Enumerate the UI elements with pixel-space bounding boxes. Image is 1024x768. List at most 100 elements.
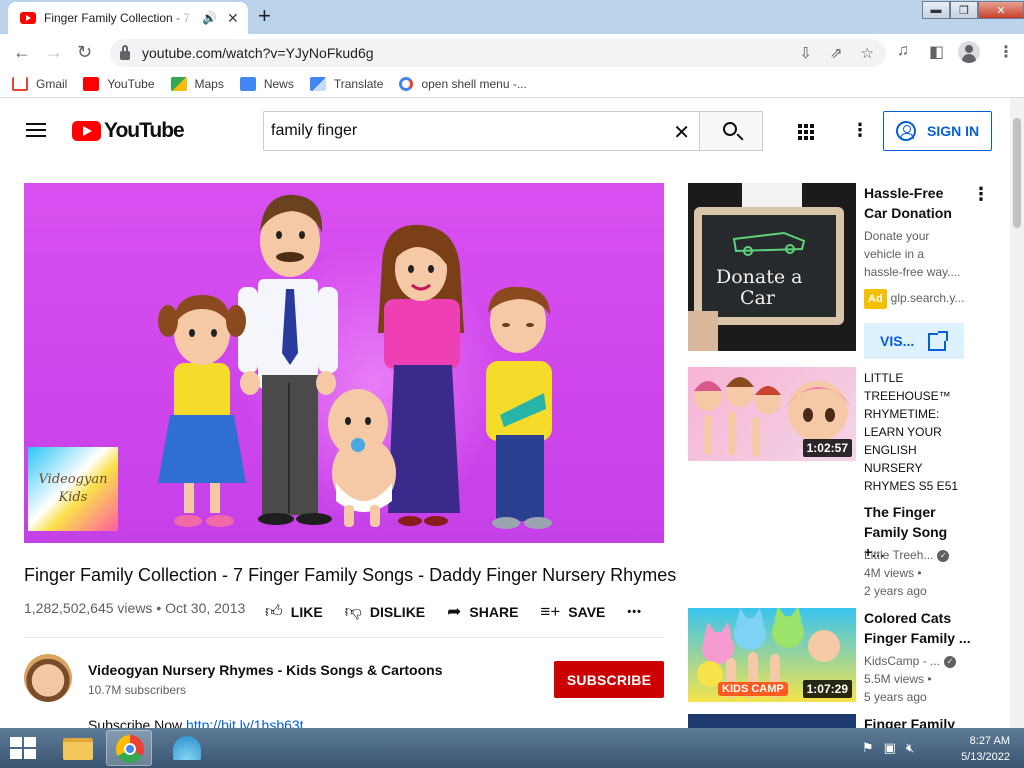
menu-hamburger-icon[interactable] [26,123,46,137]
bookmark-star-icon[interactable]: ☆ [861,44,874,62]
volume-muted-icon[interactable]: 🔇︎ [906,740,914,756]
clear-search-icon[interactable]: ✕ [673,120,690,145]
windows-start-icon[interactable] [10,737,38,761]
youtube-header: YouTube family finger ✕ ⋮ SIGN IN [0,98,1010,162]
share-arrow-icon: ➦ [447,601,462,621]
video-thumbnail[interactable] [688,714,856,728]
translate-icon [309,76,326,91]
new-tab-button[interactable]: + [258,4,271,28]
videogyan-watermark[interactable]: Videogyan Kids [28,447,118,531]
open-external-icon [928,331,948,351]
bookmark-youtube[interactable]: YouTube [83,76,155,91]
close-window-button[interactable]: ✕ [978,1,1024,19]
tab-close-icon[interactable]: ✕ [227,10,239,27]
save-button[interactable]: ≡+ SAVE [540,602,605,622]
search-icon [723,122,737,136]
channel-avatar[interactable] [24,654,72,702]
system-clock[interactable]: 8:27 AM 5/13/2022 [940,733,1010,765]
channel-name[interactable]: Videogyan Nursery Rhymes - Kids Songs & … [88,662,443,678]
install-app-icon[interactable]: ⇩ [799,44,812,62]
windows-taskbar: ⚑ ▣ 🔇︎ 8:27 AM 5/13/2022 [0,728,1024,768]
video-title-rec: Finger Family [864,716,956,728]
recommended-video[interactable]: The Finger Family Song +... Little Treeh… [688,502,988,602]
ad-thumb-text-2: Car [740,287,776,309]
bookmark-maps[interactable]: Maps [170,76,224,91]
gmail-icon [12,76,28,91]
network-icon[interactable]: ▣ [884,740,896,756]
scrollbar-thumb[interactable] [1013,118,1021,228]
action-center-flag-icon[interactable]: ⚑ [862,740,874,756]
bookmark-open-shell-menu[interactable]: open shell menu -... [399,76,527,91]
search-button[interactable] [699,111,763,151]
minimize-button[interactable]: ▬ [922,1,950,19]
youtube-logo[interactable]: YouTube [72,119,185,143]
thumbs-down-icon: 👎︎ [344,602,362,621]
reload-icon[interactable]: ↻ [77,42,92,62]
search-input[interactable]: family finger ✕ [263,111,700,151]
ad-thumbnail[interactable]: Donate a Car [688,183,856,351]
video-meta: 1,282,502,645 views • Oct 30, 2013 [24,600,246,616]
video-player[interactable]: Videogyan Kids [24,183,664,543]
address-bar[interactable]: youtube.com/watch?v=YJyNoFkud6g ⇩ ⇗ ☆ [110,39,886,67]
back-arrow-icon[interactable]: ← [13,42,31,62]
video-thumbnail[interactable]: 1:02:57 [688,367,856,461]
file-explorer-icon[interactable] [55,730,101,766]
finger-family-illustration [158,194,552,529]
video-duration: 1:07:29 [802,680,852,698]
more-actions-button[interactable]: ••• [627,606,642,618]
chrome-menu-icon[interactable]: ⋮ [998,42,1014,62]
kidscamp-logo: KIDS CAMP [718,682,788,696]
maps-icon [170,76,187,91]
recommended-video[interactable]: 1:02:57 LITTLE TREEHOUSE™ RHYMETIME: LEA… [688,367,988,497]
playlist-add-icon: ≡+ [540,601,561,621]
google-icon [399,76,414,91]
side-panel-icon[interactable]: ◧ [929,42,944,62]
recommended-video[interactable]: Finger Family [688,714,988,728]
divider [24,637,664,638]
thumbs-up-icon: 👍︎ [265,602,283,621]
video-views-rec: 4M views • [864,566,922,580]
chrome-taskbar-icon[interactable] [106,730,152,766]
bookmark-gmail[interactable]: Gmail [12,76,67,91]
dislike-button[interactable]: 👎︎ DISLIKE [345,601,426,622]
lock-icon[interactable] [120,44,130,60]
subscriber-count: 10.7M subscribers [88,683,187,697]
browser-tab-active[interactable]: Finger Family Collection - 7 Finger 🔊 ✕ [8,2,248,34]
video-age-rec: 2 years ago [864,584,927,598]
video-duration: 1:02:57 [802,439,852,457]
restore-button[interactable]: ❐ [950,1,978,19]
visit-advertiser-button[interactable]: VIS... [864,323,964,359]
account-circle-icon [896,121,916,141]
window-controls: ▬ ❐ ✕ [922,1,1024,19]
ad-card[interactable]: Donate a Car Hassle-Free Car Donation ⋮ … [688,183,990,363]
clock-date: 5/13/2022 [961,751,1010,763]
media-control-icon[interactable]: ♫ [897,42,909,60]
verified-check-icon: ✓ [944,655,957,668]
ad-domain-line: Ad glp.search.y... [864,289,964,309]
share-button[interactable]: ➦ SHARE [447,602,518,622]
video-thumbnail[interactable]: KIDS CAMP 1:07:29 [688,608,856,702]
upload-date: Oct 30, 2013 [165,600,246,616]
bookmarks-bar: Gmail YouTube Maps News Translate open s… [0,70,1024,98]
url-text[interactable]: youtube.com/watch?v=YJyNoFkud6g [142,45,374,61]
recommended-video[interactable]: KIDS CAMP 1:07:29 Colored Cats Finger Fa… [688,608,988,708]
subscribe-button[interactable]: SUBSCRIBE [554,661,664,698]
youtube-icon [83,76,100,91]
share-page-icon[interactable]: ⇗ [830,44,843,62]
profile-avatar-icon[interactable] [958,41,980,63]
more-horiz-icon: ••• [627,605,642,618]
bookmark-translate[interactable]: Translate [309,76,383,91]
video-channel-rec: Little Treeh... ✓ [864,546,950,564]
page-scrollbar[interactable] [1010,98,1024,728]
ad-menu-icon[interactable]: ⋮ [972,185,990,203]
bookmark-news[interactable]: News [239,76,294,91]
sign-in-button[interactable]: SIGN IN [883,111,992,151]
forward-arrow-icon[interactable]: → [45,42,63,62]
dad-character [238,194,338,525]
shell-app-icon[interactable] [165,730,211,766]
settings-more-icon[interactable]: ⋮ [851,121,869,139]
youtube-apps-icon[interactable] [798,124,816,140]
news-icon [239,76,256,91]
like-button[interactable]: 👍︎ LIKE [265,601,323,622]
speaker-icon[interactable]: 🔊 [202,11,217,25]
